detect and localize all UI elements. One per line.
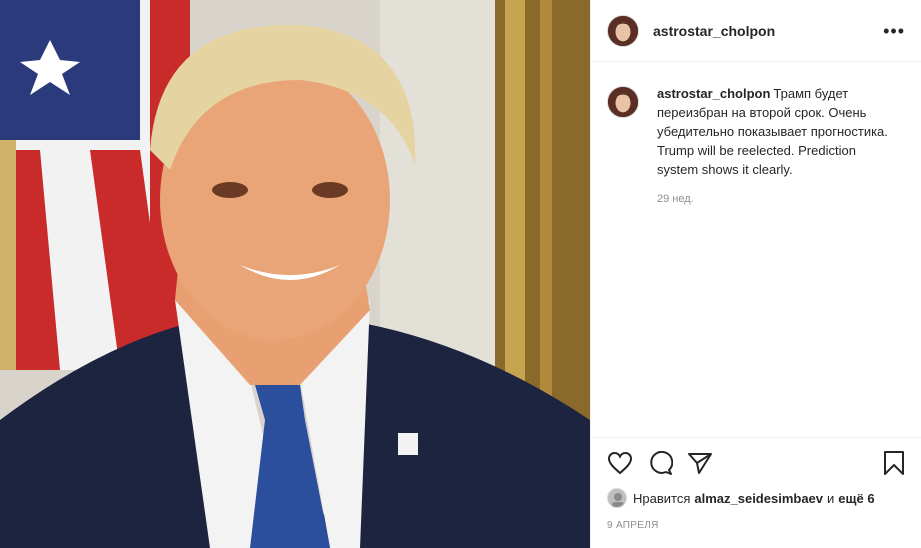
- heart-icon[interactable]: [607, 451, 633, 475]
- comment-icon[interactable]: [647, 451, 673, 475]
- post-header: astrostar_cholpon •••: [591, 0, 921, 62]
- comments-section: astrostar_cholpon Трамп будет переизбран …: [591, 62, 921, 205]
- bookmark-icon[interactable]: [883, 450, 905, 476]
- share-icon[interactable]: [687, 451, 713, 475]
- likes-row: Нравится almaz_seidesimbaev и ещё 6: [607, 488, 905, 508]
- caption-body: astrostar_cholpon Трамп будет переизбран …: [657, 84, 897, 205]
- caption-timestamp[interactable]: 29 нед.: [657, 193, 897, 205]
- post-date[interactable]: 9 АПРЕЛЯ: [607, 520, 905, 531]
- liker-username[interactable]: almaz_seidesimbaev: [694, 491, 823, 506]
- post-photo[interactable]: [0, 0, 590, 548]
- liker-avatar[interactable]: [607, 488, 627, 508]
- likes-more-link[interactable]: ещё 6: [838, 491, 874, 506]
- caption-comment: astrostar_cholpon Трамп будет переизбран …: [607, 84, 905, 205]
- author-username[interactable]: astrostar_cholpon: [653, 23, 775, 39]
- more-horizontal-icon[interactable]: •••: [883, 22, 905, 40]
- author-avatar[interactable]: [607, 14, 639, 47]
- action-icons: [607, 450, 905, 476]
- likes-prefix: Нравится: [633, 490, 691, 506]
- post-details-panel: astrostar_cholpon ••• astrostar_cholpon Т…: [590, 0, 921, 548]
- caption-username[interactable]: astrostar_cholpon: [657, 86, 770, 101]
- post-actions: Нравится almaz_seidesimbaev и ещё 6 9 АП…: [591, 437, 921, 531]
- caption-text-block: astrostar_cholpon Трамп будет переизбран …: [657, 84, 897, 179]
- caption-author-avatar[interactable]: [607, 86, 639, 118]
- likes-and: и: [827, 490, 835, 506]
